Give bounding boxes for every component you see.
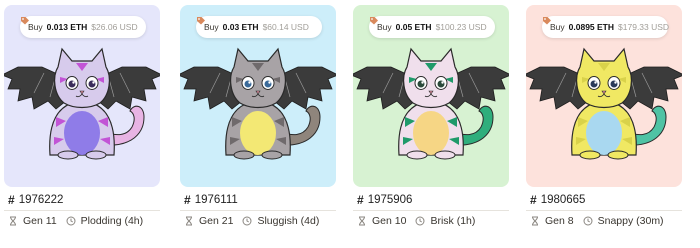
hourglass-icon: [10, 216, 16, 226]
divider: [526, 210, 682, 211]
usd-price: $179.33 USD: [618, 22, 670, 32]
buy-price-pill[interactable]: Buy 0.013 ETH $26.06 USD: [20, 16, 146, 38]
kitty-id-row[interactable]: # 1976111: [184, 193, 238, 207]
kitty-id: 1975906: [367, 194, 413, 206]
divider: [4, 210, 160, 211]
clock-icon: [415, 216, 425, 226]
clock-icon: [242, 216, 252, 226]
generation-label: Gen 21: [199, 215, 234, 227]
eth-price: 0.05 ETH: [395, 22, 432, 32]
buy-label: Buy: [377, 22, 392, 32]
hash-icon: #: [357, 193, 364, 207]
kitty-grid: Buy 0.013 ETH $26.06 USD # 1976222 Gen 1…: [0, 0, 700, 248]
price-tag-icon: [543, 17, 551, 25]
hash-icon: #: [184, 193, 191, 207]
buy-label: Buy: [550, 22, 565, 32]
kitty-image-panel[interactable]: Buy 0.0895 ETH $179.33 USD: [526, 5, 682, 187]
usd-price: $60.14 USD: [262, 22, 309, 32]
clock-icon: [583, 216, 593, 226]
cooldown-speed: Snappy (30m): [597, 215, 664, 227]
cooldown-speed: Brisk (1h): [430, 215, 476, 227]
buy-price-pill[interactable]: Buy 0.05 ETH $100.23 USD: [369, 16, 495, 38]
kitty-meta-row: Gen 21 Sluggish (4d): [184, 215, 319, 227]
divider: [353, 210, 509, 211]
kitty-image-panel[interactable]: Buy 0.013 ETH $26.06 USD: [4, 5, 160, 187]
price-tag-icon: [370, 17, 378, 25]
kitty-meta-row: Gen 10 Brisk (1h): [357, 215, 475, 227]
kitty-id-row[interactable]: # 1976222: [8, 193, 63, 207]
hourglass-icon: [186, 216, 192, 226]
hourglass-icon: [532, 216, 538, 226]
cooldown-speed: Plodding (4h): [80, 215, 144, 227]
kitty-meta-row: Gen 8 Snappy (30m): [530, 215, 664, 227]
buy-label: Buy: [204, 22, 219, 32]
price-tag-icon: [21, 17, 29, 25]
kitty-card[interactable]: Buy 0.05 ETH $100.23 USD # 1975906 Gen 1…: [353, 0, 509, 248]
eth-price: 0.013 ETH: [46, 22, 88, 32]
buy-price-pill[interactable]: Buy 0.03 ETH $60.14 USD: [196, 16, 322, 38]
kitty-id-row[interactable]: # 1980665: [530, 193, 585, 207]
eth-price: 0.03 ETH: [222, 22, 259, 32]
kitty-id: 1976222: [18, 194, 64, 206]
price-tag-icon: [197, 17, 205, 25]
divider: [180, 210, 336, 211]
kitty-meta-row: Gen 11 Plodding (4h): [8, 215, 143, 227]
generation-label: Gen 11: [23, 215, 57, 227]
buy-price-pill[interactable]: Buy 0.0895 ETH $179.33 USD: [542, 16, 670, 38]
cooldown-speed: Sluggish (4d): [257, 215, 320, 227]
buy-label: Buy: [28, 22, 43, 32]
kitty-card[interactable]: Buy 0.013 ETH $26.06 USD # 1976222 Gen 1…: [4, 0, 160, 248]
clock-icon: [66, 216, 76, 226]
kitty-card[interactable]: Buy 0.0895 ETH $179.33 USD # 1980665 Gen…: [526, 0, 682, 248]
hash-icon: #: [8, 193, 15, 207]
eth-price: 0.0895 ETH: [568, 22, 615, 32]
generation-label: Gen 8: [545, 215, 574, 227]
kitty-id-row[interactable]: # 1975906: [357, 193, 412, 207]
kitty-image-panel[interactable]: Buy 0.03 ETH $60.14 USD: [180, 5, 336, 187]
kitty-image-panel[interactable]: Buy 0.05 ETH $100.23 USD: [353, 5, 509, 187]
kitty-id: 1976111: [194, 194, 238, 206]
usd-price: $26.06 USD: [91, 22, 138, 32]
hash-icon: #: [530, 193, 537, 207]
kitty-card[interactable]: Buy 0.03 ETH $60.14 USD # 1976111 Gen 21…: [180, 0, 336, 248]
usd-price: $100.23 USD: [435, 22, 487, 32]
kitty-id: 1980665: [540, 194, 586, 206]
hourglass-icon: [359, 216, 365, 226]
generation-label: Gen 10: [372, 215, 407, 227]
